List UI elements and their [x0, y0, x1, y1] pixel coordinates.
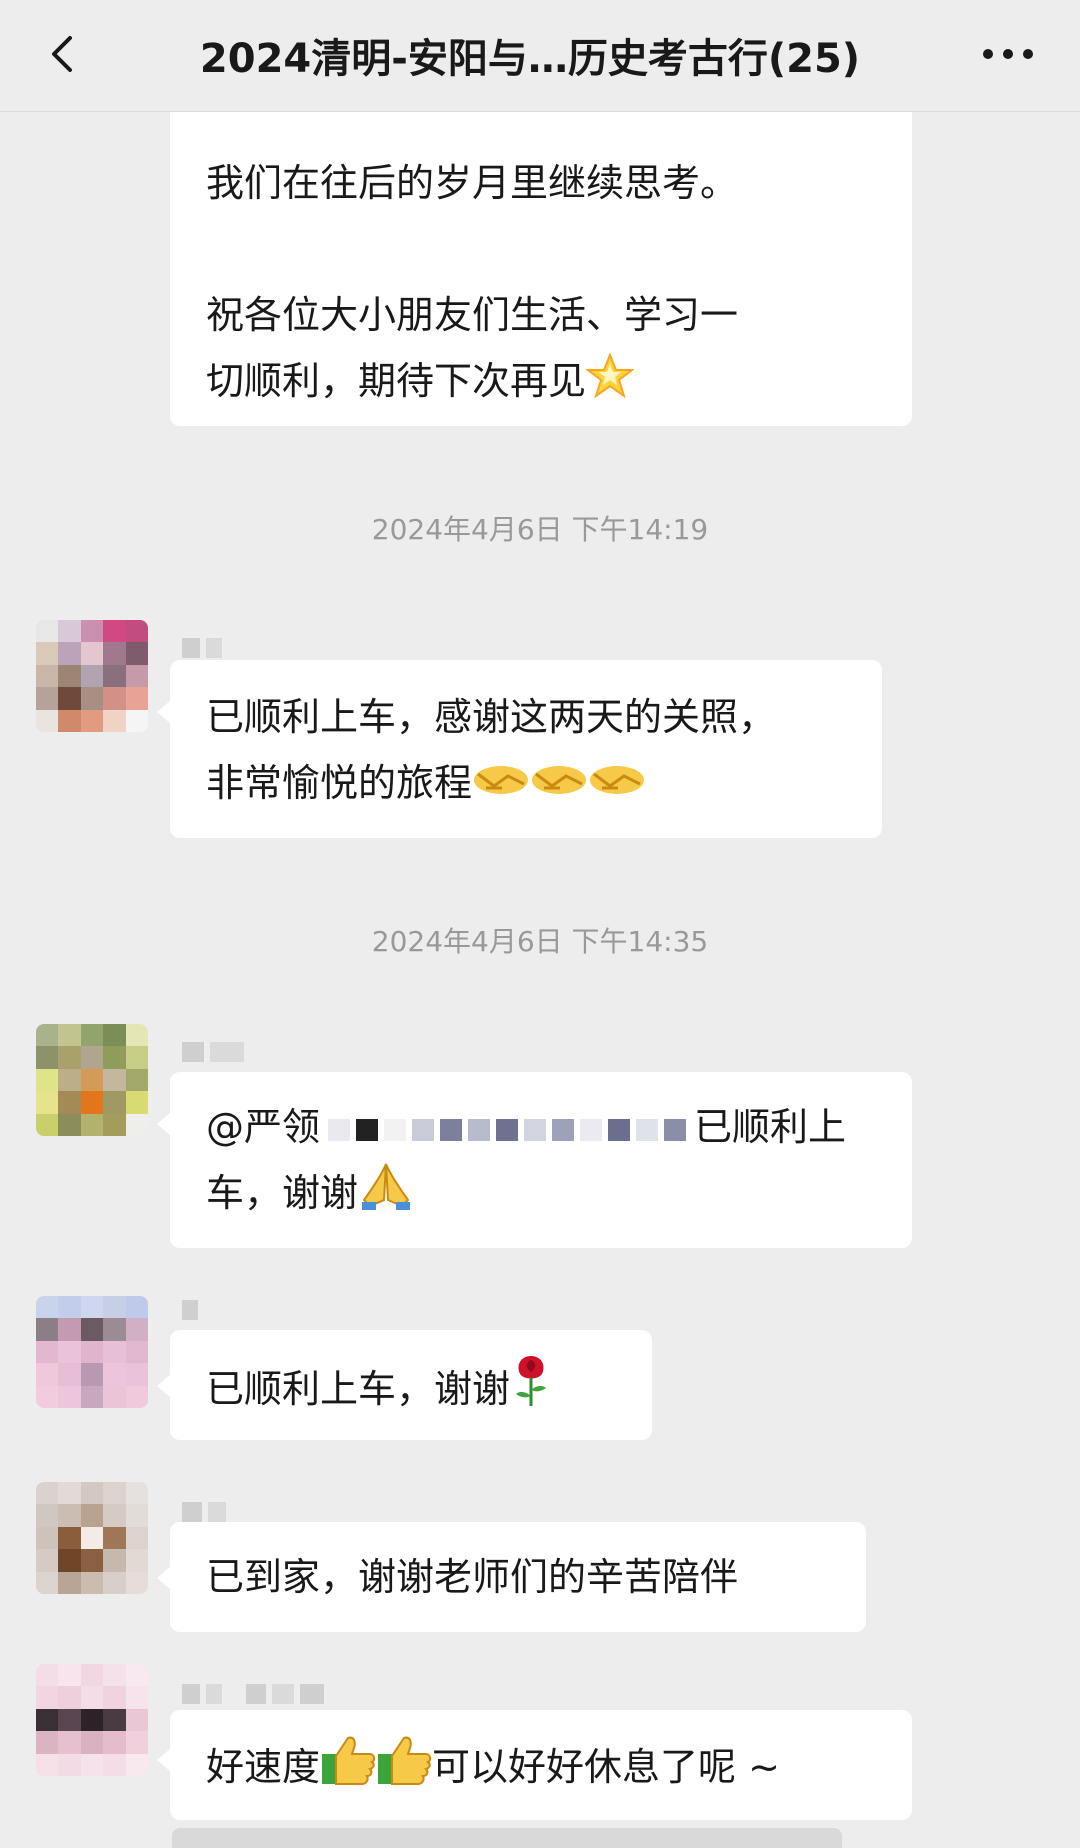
- message-bubble[interactable]: 已顺利上车，感谢这两天的关照， 非常愉悦的旅程: [170, 660, 882, 838]
- handshake-emoji: [474, 766, 529, 794]
- sender-name-redacted: [182, 1300, 198, 1320]
- timestamp: 2024年4月6日 下午14:35: [371, 925, 709, 958]
- message-text-part: 切顺利，期待下次再见: [206, 359, 587, 403]
- message-text-part: 好速度: [206, 1745, 321, 1789]
- message-text: 祝各位大小朋友们生活、学习一: [206, 293, 739, 337]
- message-text-part: 已顺利上车，谢谢: [206, 1367, 511, 1411]
- message-text: 非常愉悦的旅程: [206, 750, 846, 816]
- avatar[interactable]: [36, 1664, 148, 1776]
- thumbs-up-emoji: [322, 1736, 376, 1785]
- bubble-tail: [157, 1112, 171, 1136]
- next-message-edge: [172, 1828, 842, 1848]
- chat-area[interactable]: 我们在往后的岁月里继续思考。 祝各位大小朋友们生活、学习一 切顺利，期待下次再见…: [0, 0, 1080, 1848]
- handshake-emoji: [532, 766, 587, 794]
- sender-name-redacted: [182, 1502, 226, 1522]
- message-bubble[interactable]: 已顺利上车，谢谢: [170, 1330, 652, 1440]
- message-bubble[interactable]: @严领 已顺利上 车，谢谢: [170, 1072, 912, 1248]
- message-bubble[interactable]: 已到家，谢谢老师们的辛苦陪伴: [170, 1522, 866, 1632]
- message-text: 已到家，谢谢老师们的辛苦陪伴: [206, 1555, 739, 1599]
- message-text-part: 已顺利上: [694, 1105, 847, 1149]
- glowing-star-emoji: [586, 352, 635, 399]
- message-text: 好速度 可以好好休息了呢 ~: [206, 1732, 876, 1800]
- message-text: 切顺利，期待下次再见: [206, 348, 876, 414]
- message-text: 我们在往后的岁月里继续思考。: [206, 161, 739, 205]
- message-text: 已顺利上车，谢谢: [206, 1352, 616, 1422]
- navigation-bar: 2024清明-安阳与…历史考古行(25): [0, 0, 1080, 112]
- avatar[interactable]: [36, 1482, 148, 1594]
- rose-emoji: [516, 1356, 547, 1406]
- bubble-tail: [157, 1748, 171, 1772]
- thumbs-up-emoji: [378, 1736, 432, 1785]
- sender-name-redacted: [182, 1042, 244, 1062]
- timestamp: 2024年4月6日 下午14:19: [371, 513, 709, 546]
- message-bubble[interactable]: 好速度 可以好好休息了呢 ~: [170, 1710, 912, 1820]
- chat-title: 2024清明-安阳与…历史考古行(25): [199, 36, 861, 82]
- mention[interactable]: @严领: [206, 1105, 320, 1149]
- message-text: 车，谢谢: [206, 1160, 876, 1226]
- mention-name-redacted: [328, 1118, 687, 1141]
- bubble-tail: [157, 1374, 171, 1398]
- message-text-part: 车，谢谢: [206, 1171, 359, 1215]
- more-dots-icon[interactable]: [978, 34, 1038, 74]
- folded-hands-emoji: [362, 1163, 411, 1210]
- message-text-part: 可以好好休息了呢 ~: [432, 1745, 780, 1789]
- sender-name-redacted: [182, 1684, 324, 1704]
- sender-name-redacted: [182, 638, 222, 658]
- message-bubble[interactable]: 我们在往后的岁月里继续思考。 祝各位大小朋友们生活、学习一 切顺利，期待下次再见: [170, 70, 912, 426]
- chevron-left-icon[interactable]: [40, 30, 88, 78]
- avatar[interactable]: [36, 1024, 148, 1136]
- message-text: @严领 已顺利上: [206, 1094, 876, 1160]
- message-text-part: 非常愉悦的旅程: [206, 761, 473, 805]
- bubble-tail: [157, 700, 171, 724]
- avatar[interactable]: [36, 1296, 148, 1408]
- avatar[interactable]: [36, 620, 148, 732]
- message-text: 已顺利上车，感谢这两天的关照，: [206, 695, 777, 739]
- handshake-emoji: [590, 766, 645, 794]
- bubble-tail: [157, 1566, 171, 1590]
